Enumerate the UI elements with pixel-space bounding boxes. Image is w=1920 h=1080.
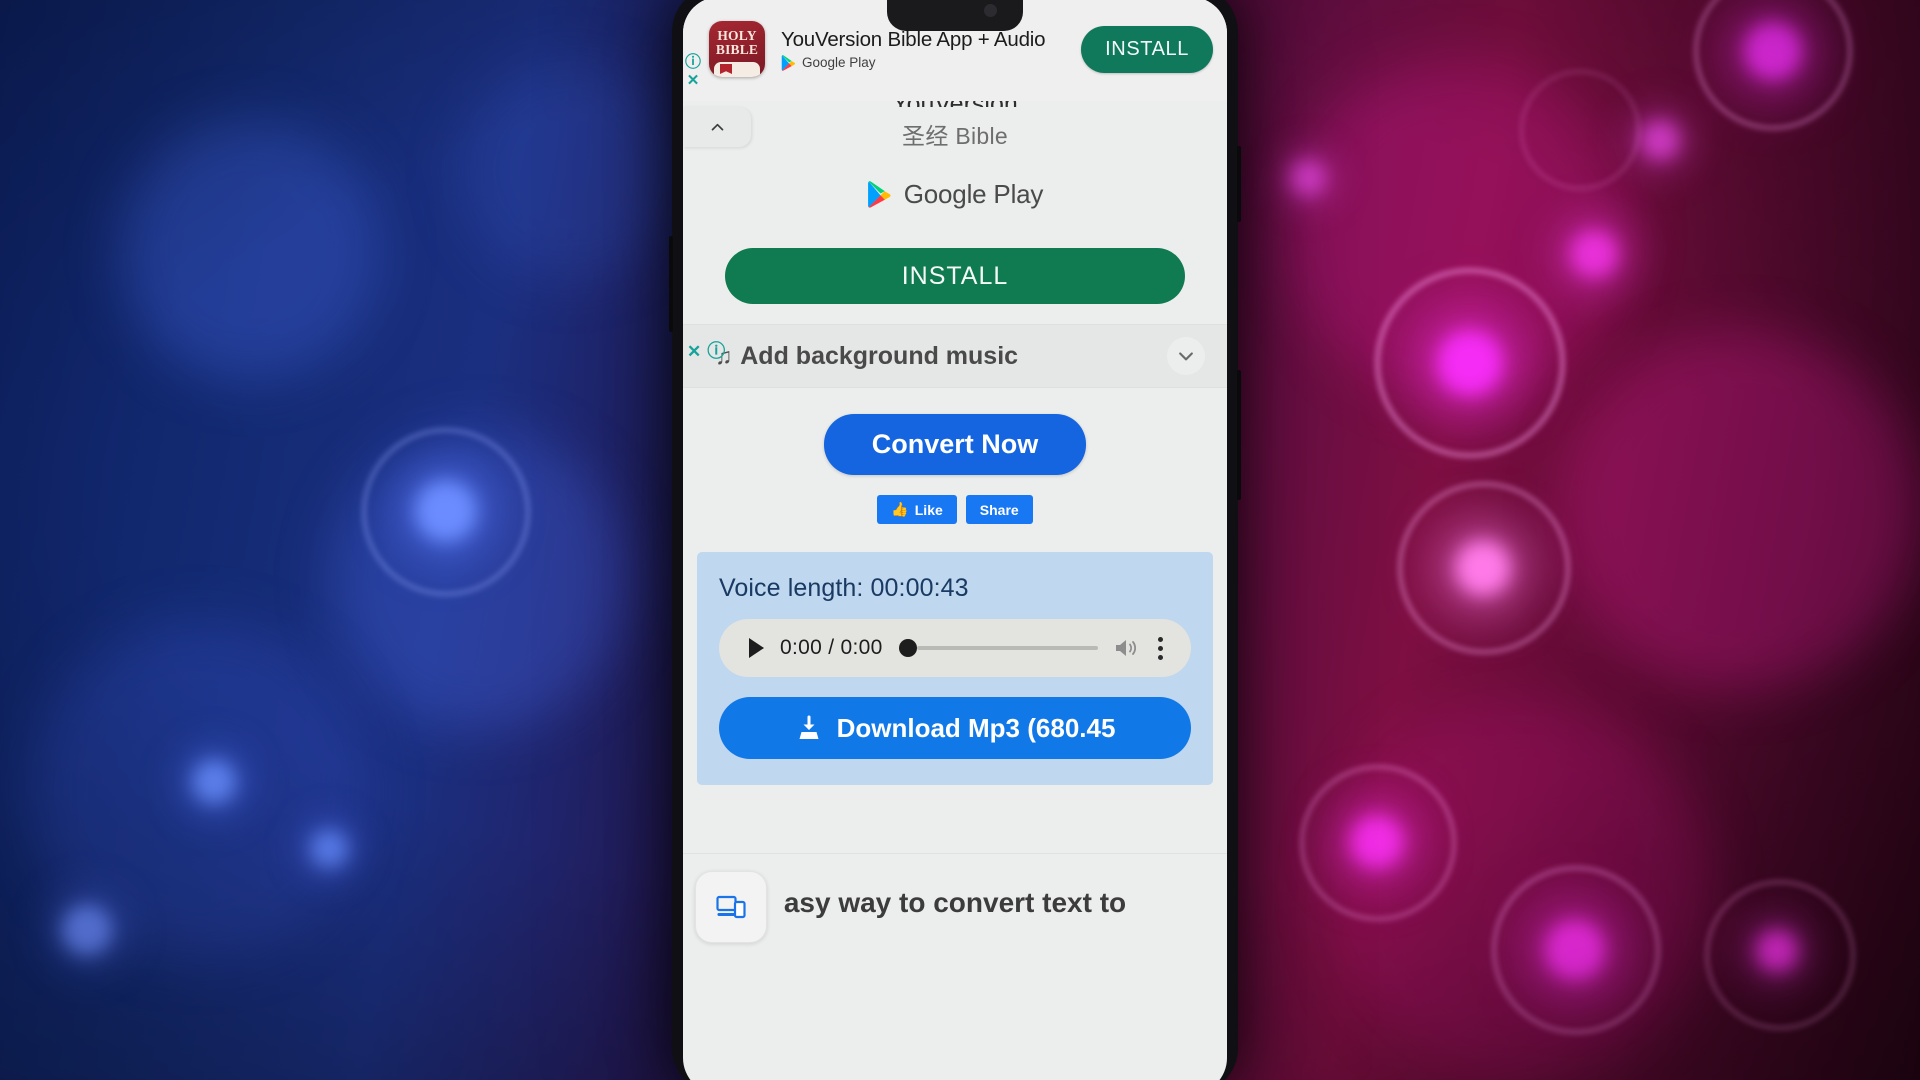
top-ad-install-button[interactable]: INSTALL (1081, 25, 1213, 73)
voice-result-panel: Voice length: 00:00:43 0:00 / 0:00 Downl… (697, 552, 1213, 785)
more-vertical-icon[interactable] (1156, 635, 1165, 662)
convert-now-button[interactable]: Convert Now (823, 414, 1087, 475)
expanded-ad-store-label: Google Play (903, 179, 1044, 209)
expanded-ad-subtitle: 圣经 Bible (902, 123, 1008, 149)
facebook-share-label: Share (979, 501, 1019, 518)
add-background-music-row[interactable]: ♫ Add background music (683, 325, 1227, 387)
facebook-share-button[interactable]: Share (965, 495, 1033, 524)
google-play-icon (867, 181, 891, 208)
expanded-ad-edge-controls: ✕ ⓘ (687, 342, 725, 360)
phone-volume-button[interactable] (1237, 146, 1241, 222)
page-footer: asy way to convert text to (683, 809, 1227, 959)
google-play-icon (781, 54, 796, 71)
top-ad-edge-controls: ⓘ ✕ (685, 55, 701, 89)
music-expand-button[interactable] (1167, 337, 1205, 375)
phone-power-button[interactable] (1237, 370, 1241, 500)
volume-icon[interactable] (1114, 637, 1140, 659)
ad-collapse-button[interactable] (683, 107, 751, 147)
expanded-ad-panel: YouVersion 圣经 Bible Google Play INSTALL (683, 91, 1227, 324)
audio-progress-slider[interactable] (898, 639, 1098, 657)
download-icon (799, 715, 819, 739)
chevron-down-icon (1179, 352, 1193, 361)
top-ad-store-label: Google Play (802, 55, 876, 70)
close-icon[interactable]: ✕ (687, 73, 700, 88)
play-icon[interactable] (749, 638, 764, 658)
info-circle-icon[interactable]: ⓘ (685, 55, 701, 71)
info-circle-icon[interactable]: ⓘ (707, 342, 725, 360)
progress-knob[interactable] (898, 639, 917, 657)
phone-screen: HOLY BIBLE YouVersion Bible App + Audio (683, 0, 1227, 1080)
chevron-up-icon (711, 123, 723, 130)
audio-time-display: 0:00 / 0:00 (780, 636, 883, 659)
add-background-music-label: Add background music (740, 341, 1019, 370)
top-ad-text: YouVersion Bible App + Audio Google Play (781, 28, 1081, 71)
top-ad-store-row: Google Play (781, 54, 1081, 71)
audio-player: 0:00 / 0:00 (719, 619, 1191, 677)
bible-icon-line2: BIBLE (715, 42, 759, 57)
progress-track[interactable] (916, 646, 1098, 650)
thumbs-up-icon: 👍 (891, 501, 909, 517)
expanded-ad-store-row: Google Play (683, 179, 1227, 210)
camera-notch-icon (887, 0, 1023, 31)
cast-device-icon (716, 895, 746, 919)
facebook-like-button[interactable]: 👍 Like (877, 495, 957, 524)
social-buttons: 👍 Like Share (683, 495, 1227, 524)
bible-icon-line1: HOLY (717, 28, 757, 43)
download-mp3-button[interactable]: Download Mp3 (680.45 (719, 697, 1191, 759)
cast-device-button[interactable] (695, 871, 767, 943)
phone-frame: HOLY BIBLE YouVersion Bible App + Audio (669, 0, 1241, 1080)
voice-length-label: Voice length: 00:00:43 (719, 574, 969, 602)
holy-bible-app-icon: HOLY BIBLE (709, 21, 765, 77)
screenshot-stage: HOLY BIBLE YouVersion Bible App + Audio (0, 0, 1920, 1080)
expanded-ad-install-button[interactable]: INSTALL (725, 248, 1185, 304)
phone-side-button-left[interactable] (669, 236, 673, 332)
top-ad-title: YouVersion Bible App + Audio (781, 27, 1046, 51)
facebook-like-label: Like (914, 501, 943, 518)
close-icon[interactable]: ✕ (687, 343, 701, 360)
divider (683, 853, 1227, 854)
convert-section: Convert Now 👍 Like Share (683, 388, 1227, 534)
download-mp3-label: Download Mp3 (680.45 (836, 712, 1116, 743)
